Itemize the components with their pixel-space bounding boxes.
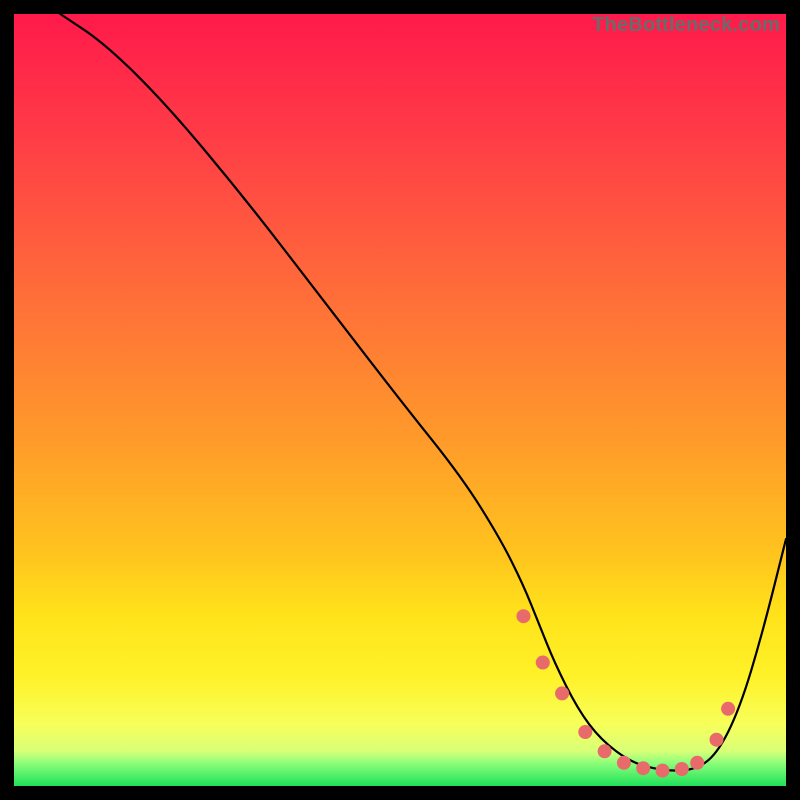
marker-point [555,686,569,700]
marker-point [721,702,735,716]
marker-point [517,609,531,623]
marker-point [617,756,631,770]
marker-point [656,764,670,778]
marker-point [578,725,592,739]
marker-point [598,744,612,758]
bottleneck-curve [60,14,786,771]
curve-markers [517,609,736,777]
marker-point [675,762,689,776]
marker-point [690,756,704,770]
curve-layer [14,14,786,786]
chart-frame: TheBottleneck.com [0,0,800,800]
marker-point [636,761,650,775]
marker-point [710,733,724,747]
plot-area: TheBottleneck.com [14,14,786,786]
marker-point [536,656,550,670]
